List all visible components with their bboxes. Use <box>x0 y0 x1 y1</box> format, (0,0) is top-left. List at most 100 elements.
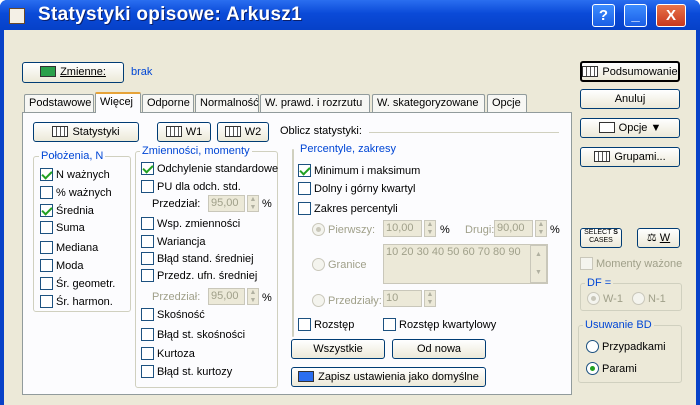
group-button[interactable]: Grupami... <box>580 147 680 167</box>
save-icon <box>298 371 315 382</box>
ci-mean-checkbox[interactable]: Przedz. ufn. średniej <box>141 269 257 283</box>
interval2-label: Przedział: <box>152 291 201 303</box>
interval2-input[interactable]: 95,00 <box>208 288 245 305</box>
location-group-title: Położenia, N <box>39 150 106 162</box>
checkbox <box>141 252 154 265</box>
minimize-button[interactable]: _ <box>624 4 647 27</box>
kurtosis-checkbox[interactable]: Kurtoza <box>141 347 195 361</box>
range-checkbox[interactable]: Rozstęp <box>298 318 354 332</box>
options-button[interactable]: Opcje ▼ <box>580 118 680 138</box>
options-icon <box>598 122 615 133</box>
checkbox-checked <box>40 168 53 181</box>
location-item-checkbox[interactable]: Mediana <box>40 241 98 255</box>
pct-label: % <box>550 224 560 236</box>
checkbox <box>580 257 593 270</box>
checkbox <box>141 328 154 341</box>
checkbox <box>141 308 154 321</box>
location-item-checkbox[interactable]: Suma <box>40 221 85 235</box>
intervals-spinner[interactable]: ▲ ▼ <box>424 290 436 307</box>
checkbox <box>40 295 53 308</box>
tab-normalnosc[interactable]: Normalność <box>195 94 259 112</box>
table-icon <box>165 126 182 137</box>
w2-button[interactable]: W2 <box>217 122 269 142</box>
cv-checkbox[interactable]: Wsp. zmienności <box>141 217 240 231</box>
percentiles-group <box>292 149 294 337</box>
statistics-button[interactable]: Statystyki <box>33 122 139 142</box>
radio <box>586 340 599 353</box>
bounds-radio[interactable]: Granice <box>312 258 367 272</box>
n1-radio[interactable]: N-1 <box>632 292 666 306</box>
close-button[interactable]: X <box>656 4 686 27</box>
weights-button[interactable]: ⚖ W <box>637 228 680 248</box>
interval2-spinner[interactable]: ▲ ▼ <box>247 288 259 305</box>
variables-button[interactable]: Zmienne: <box>22 62 124 83</box>
variables-icon <box>40 66 57 77</box>
intervals-input[interactable]: 10 <box>383 290 422 307</box>
tab-podstawowe[interactable]: Podstawowe <box>24 94 94 112</box>
percentile-range-checkbox[interactable]: Zakres percentyli <box>298 202 398 216</box>
radio-selected <box>312 223 325 236</box>
w1-radio[interactable]: W-1 <box>587 292 623 306</box>
df-group-title: DF = <box>585 277 614 289</box>
interval-spinner[interactable]: ▲ ▼ <box>247 195 259 212</box>
variance-checkbox[interactable]: Wariancja <box>141 235 206 249</box>
table-icon <box>52 126 69 137</box>
pairwise-radio[interactable]: Parami <box>586 362 637 376</box>
radio-selected <box>587 292 600 305</box>
bounds-scrollbar[interactable]: ▲ ▼ <box>530 245 547 283</box>
quartiles-checkbox[interactable]: Dolny i górny kwartyl <box>298 182 415 196</box>
location-item-checkbox[interactable]: % ważnych <box>40 186 112 200</box>
all-button[interactable]: Wszystkie <box>291 339 385 359</box>
bounds-textarea[interactable]: 10 20 30 40 50 60 70 80 90 <box>383 244 548 284</box>
location-item-checkbox[interactable]: Moda <box>40 259 84 273</box>
intervals-radio[interactable]: Przedziały: <box>312 294 382 308</box>
second-input[interactable]: 90,00 <box>494 220 533 237</box>
tab-wiecej[interactable]: Więcej <box>95 92 141 113</box>
checkbox-checked <box>298 164 311 177</box>
percentiles-group-title: Percentyle, zakresy <box>298 143 398 155</box>
tab-w-skategoryzowane[interactable]: W. skategoryzowane <box>372 94 485 112</box>
std-dev-checkbox[interactable]: Odchylenie standardowe <box>141 162 278 176</box>
cancel-button[interactable]: Anuluj <box>580 89 680 109</box>
checkbox <box>40 186 53 199</box>
tab-opcje[interactable]: Opcje <box>487 94 527 112</box>
minmax-checkbox[interactable]: Minimum i maksimum <box>298 164 420 178</box>
location-item-checkbox[interactable]: N ważnych <box>40 168 110 182</box>
tab-odporne[interactable]: Odporne <box>142 94 194 112</box>
iqr-checkbox[interactable]: Rozstęp kwartylowy <box>383 318 496 332</box>
group-icon <box>594 151 611 162</box>
checkbox <box>141 365 154 378</box>
weighted-moments-checkbox[interactable]: Momenty ważone <box>580 257 682 271</box>
checkbox <box>141 180 154 193</box>
radio <box>312 258 325 271</box>
first-input[interactable]: 10,00 <box>383 220 422 237</box>
casewise-radio[interactable]: Przypadkami <box>586 340 666 354</box>
checkbox <box>40 221 53 234</box>
first-radio[interactable]: Pierwszy: <box>312 223 375 237</box>
select-cases-button[interactable]: SELECT S CASES <box>580 228 622 248</box>
help-button[interactable]: ? <box>592 4 615 27</box>
location-item-checkbox[interactable]: Śr. geometr. <box>40 277 115 291</box>
location-item-checkbox[interactable]: Śr. harmon. <box>40 295 113 309</box>
location-item-checkbox[interactable]: Średnia <box>40 204 94 218</box>
second-spinner[interactable]: ▲ ▼ <box>535 220 547 237</box>
sem-checkbox[interactable]: Błąd stand. średniej <box>141 252 254 266</box>
divider <box>369 132 559 133</box>
skew-error-checkbox[interactable]: Błąd st. skośności <box>141 328 245 342</box>
first-spinner[interactable]: ▲ ▼ <box>424 220 436 237</box>
pu-std-checkbox[interactable]: PU dla odch. std. <box>141 180 241 194</box>
reset-button[interactable]: Od nowa <box>392 339 486 359</box>
kurt-error-checkbox[interactable]: Błąd st. kurtozy <box>141 365 232 379</box>
pct-label: % <box>262 198 272 210</box>
summary-button[interactable]: Podsumowanie <box>580 61 680 82</box>
save-defaults-button[interactable]: Zapisz ustawienia jako domyślne <box>291 367 486 387</box>
checkbox <box>141 217 154 230</box>
skewness-checkbox[interactable]: Skośność <box>141 308 205 322</box>
variables-value: brak <box>131 66 153 78</box>
checkbox <box>141 347 154 360</box>
tab-w-prawd[interactable]: W. prawd. i rozrzutu <box>260 94 370 112</box>
w1-button[interactable]: W1 <box>157 122 211 142</box>
radio <box>632 292 645 305</box>
interval-input[interactable]: 95,00 <box>208 195 245 212</box>
table-icon <box>224 126 241 137</box>
